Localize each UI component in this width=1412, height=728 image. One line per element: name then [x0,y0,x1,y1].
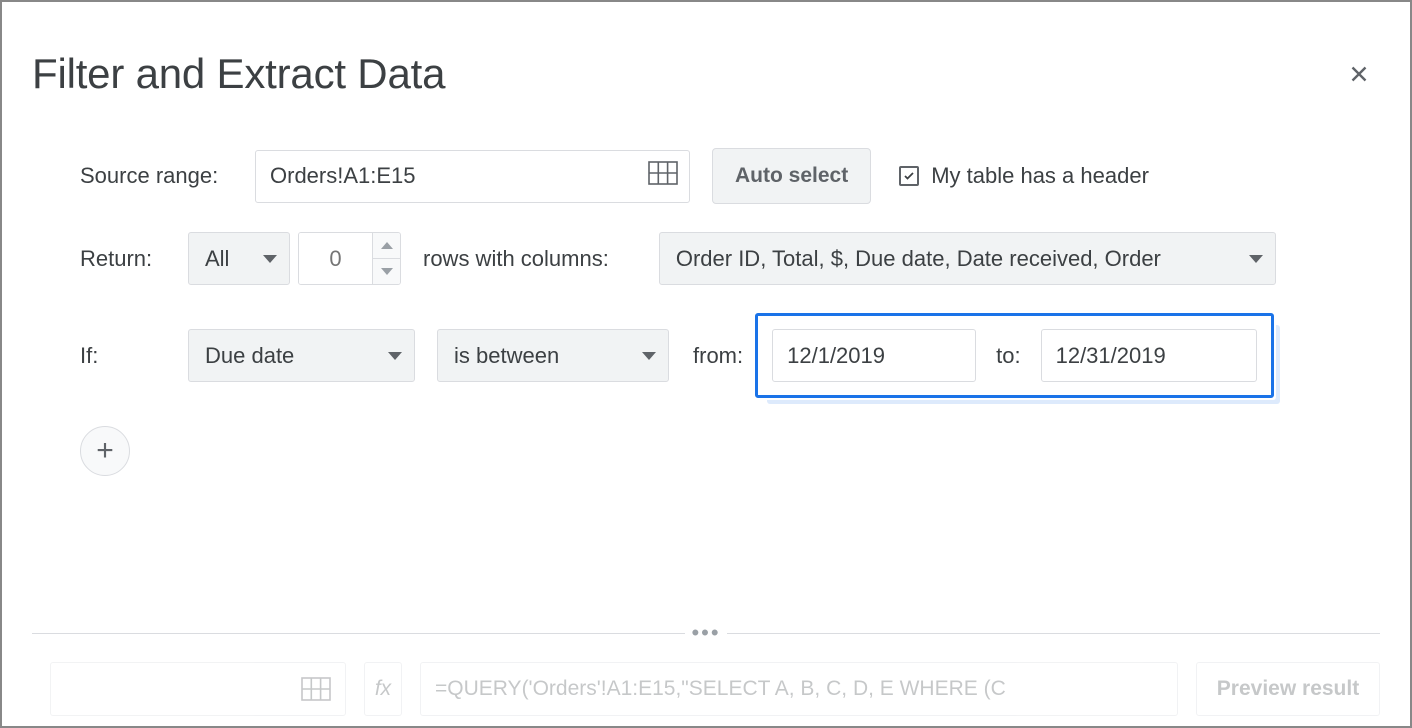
to-label: to: [996,343,1020,369]
plus-icon: + [96,434,114,468]
row-count-spinner [298,232,401,285]
if-label: If: [80,343,188,369]
header-checkbox-wrapper: My table has a header [899,163,1149,189]
condition-column-select[interactable]: Due date [188,329,415,382]
from-date-input[interactable] [772,329,976,382]
condition-operator-value: is between [454,343,559,369]
columns-select-value: Order ID, Total, $, Due date, Date recei… [676,246,1161,272]
checkmark-icon [903,170,915,182]
condition-column-value: Due date [205,343,294,369]
collapse-handle[interactable]: ••• [685,620,726,646]
caret-down-icon [263,255,277,263]
add-condition-button[interactable]: + [80,426,130,476]
divider-line [727,633,1380,634]
return-mode-value: All [205,246,229,272]
spinner-arrows [372,233,400,284]
header-checkbox-label: My table has a header [931,163,1149,189]
condition-operator-select[interactable]: is between [437,329,669,382]
dialog-title: Filter and Extract Data [32,50,445,98]
formula-bar: fx =QUERY('Orders'!A1:E15,"SELECT A, B, … [50,656,1380,726]
row-count-input[interactable] [299,233,372,284]
header-checkbox[interactable] [899,166,919,186]
columns-select[interactable]: Order ID, Total, $, Due date, Date recei… [659,232,1276,285]
caret-down-icon [381,268,393,275]
dialog-header: Filter and Extract Data [32,50,1380,98]
add-condition-row: + [32,426,1380,476]
caret-up-icon [381,242,393,249]
spinner-down-button[interactable] [373,259,400,284]
formula-preview[interactable]: =QUERY('Orders'!A1:E15,"SELECT A, B, C, … [420,662,1178,716]
panel-divider: ••• [32,620,1380,646]
grid-icon [301,677,331,701]
source-range-row: Source range: Auto select My table has a… [32,148,1380,204]
source-range-input[interactable] [255,150,690,203]
rows-with-columns-label: rows with columns: [423,246,609,272]
caret-down-icon [388,352,402,360]
return-label: Return: [80,246,188,272]
close-icon [1346,61,1372,87]
caret-down-icon [642,352,656,360]
close-button[interactable] [1338,53,1380,95]
grid-selector-icon[interactable] [648,161,678,191]
filter-extract-dialog: Filter and Extract Data Source range: Au… [2,2,1410,476]
divider-line [32,633,685,634]
return-mode-select[interactable]: All [188,232,290,285]
caret-down-icon [1249,255,1263,263]
return-row: Return: All rows with columns: Order ID,… [32,232,1380,285]
condition-row: If: Due date is between from: to: [32,313,1380,398]
fx-label: fx [364,662,402,716]
date-range-highlight: to: [755,313,1273,398]
spinner-up-button[interactable] [373,233,400,259]
target-range-box[interactable] [50,662,346,716]
source-range-input-wrapper [255,150,690,203]
source-range-label: Source range: [80,163,255,189]
preview-result-button[interactable]: Preview result [1196,662,1380,716]
from-label: from: [693,343,743,369]
auto-select-button[interactable]: Auto select [712,148,871,204]
to-date-input[interactable] [1041,329,1257,382]
